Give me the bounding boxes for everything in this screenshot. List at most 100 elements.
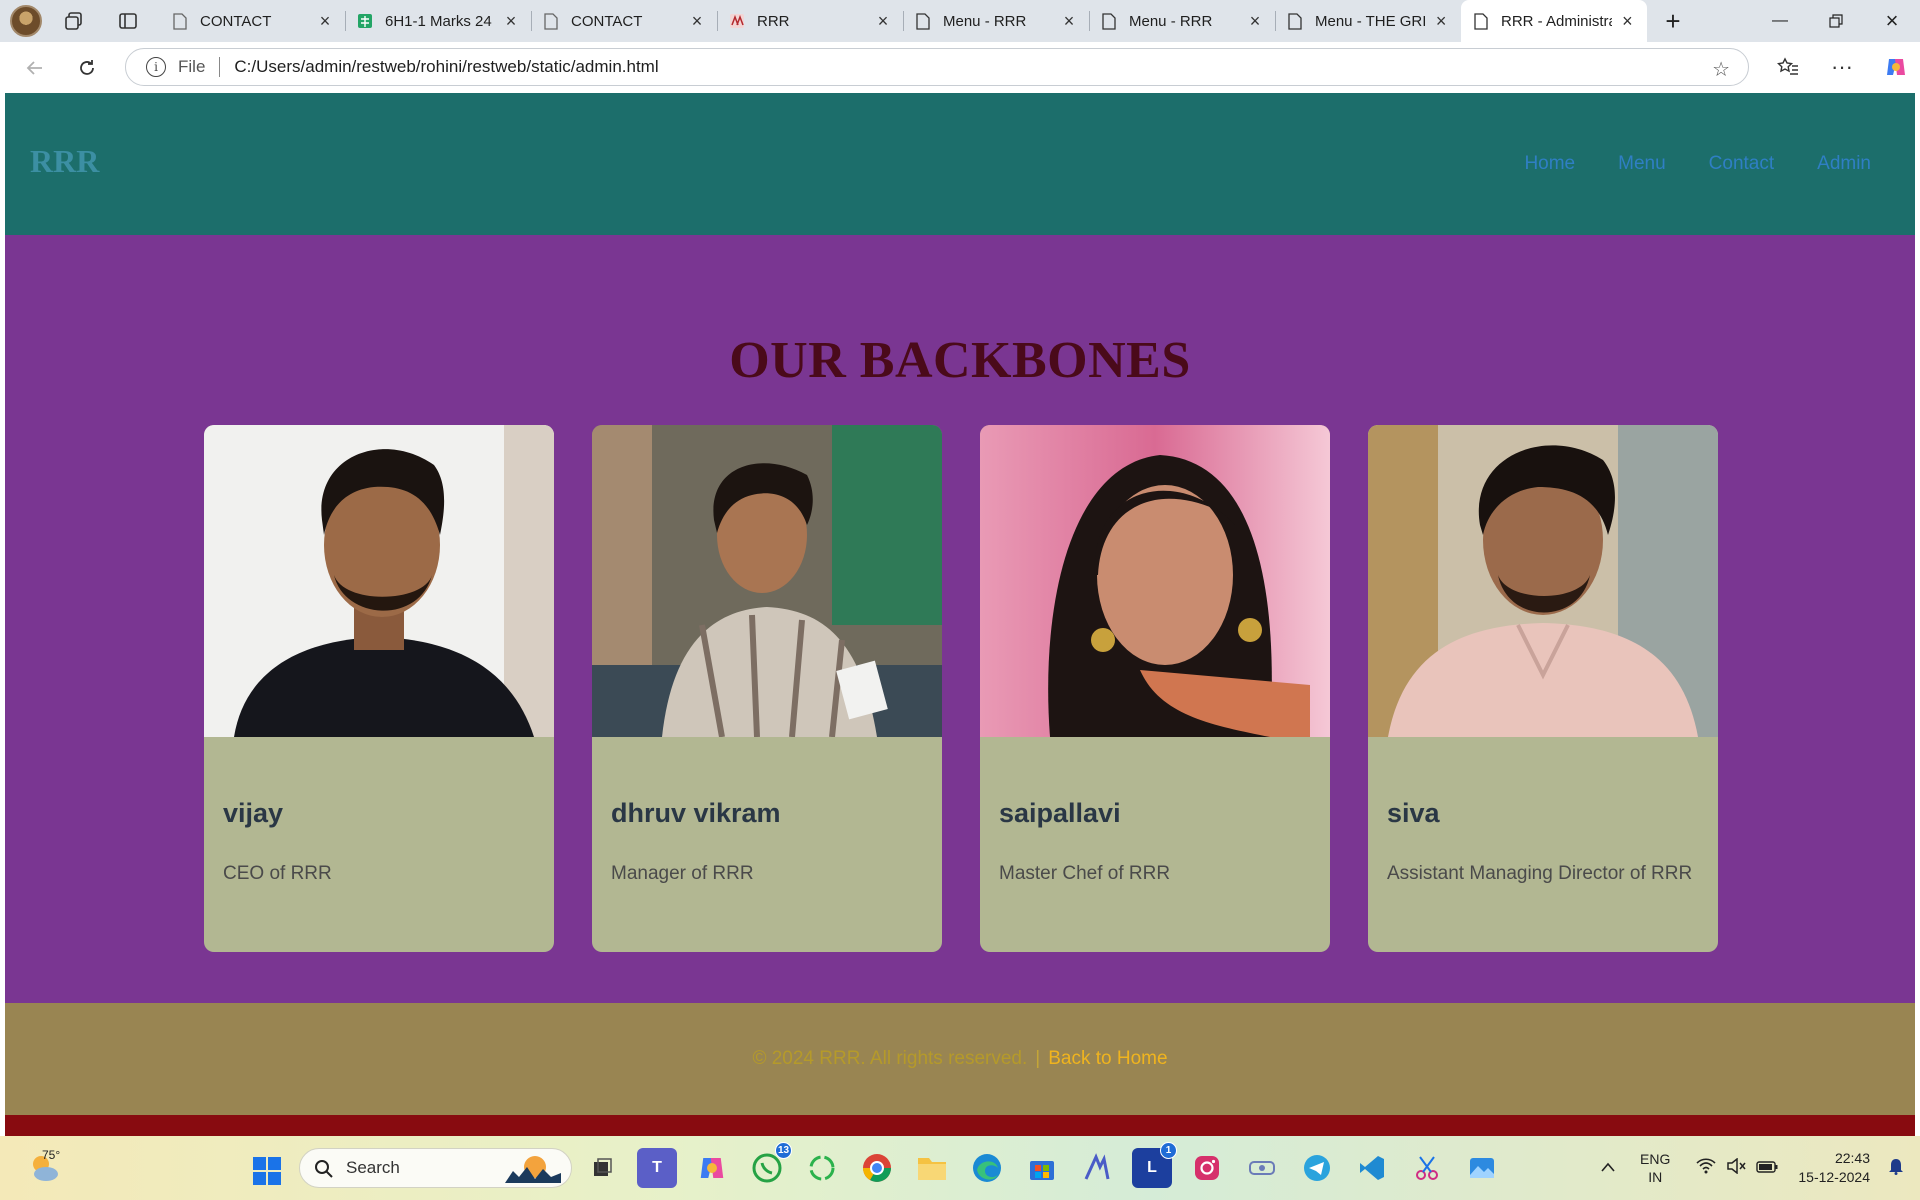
tab-label: CONTACT xyxy=(571,12,643,30)
file-explorer-icon[interactable] xyxy=(912,1148,952,1188)
copyright-text: © 2024 RRR. All rights reserved. xyxy=(752,1048,1028,1069)
nav-menu-link[interactable]: Menu xyxy=(1618,153,1666,175)
team-card: siva Assistant Managing Director of RRR xyxy=(1368,425,1718,952)
chrome-icon[interactable] xyxy=(857,1148,897,1188)
page-icon xyxy=(543,12,559,30)
close-tab-icon[interactable]: × xyxy=(1059,11,1079,31)
taskbar-apps: T 13 L1 xyxy=(582,1142,1517,1188)
sheets-icon xyxy=(357,12,373,30)
close-tab-icon[interactable]: × xyxy=(687,11,707,31)
close-window-icon[interactable]: × xyxy=(1864,0,1920,42)
taskbar-search[interactable]: Search xyxy=(299,1148,572,1188)
close-tab-icon[interactable]: × xyxy=(1431,11,1451,31)
notification-bell-icon[interactable] xyxy=(1888,1157,1904,1179)
team-photo xyxy=(592,425,942,737)
more-options-icon[interactable]: ··· xyxy=(1824,49,1860,85)
back-to-home-link[interactable]: Back to Home xyxy=(1048,1048,1167,1070)
browser-tab[interactable]: 6H1-1 Marks 24 × xyxy=(345,0,531,42)
edge-icon[interactable] xyxy=(967,1148,1007,1188)
vscode-icon[interactable] xyxy=(1352,1148,1392,1188)
favorite-star-icon[interactable]: ☆ xyxy=(1712,57,1730,82)
member-role: Assistant Managing Director of RRR xyxy=(1387,863,1693,884)
volume-muted-icon[interactable] xyxy=(1726,1157,1746,1178)
app-a-icon[interactable] xyxy=(1077,1148,1117,1188)
site-info-icon[interactable]: i xyxy=(146,57,166,77)
browser-tab[interactable]: RRR × xyxy=(717,0,903,42)
weather-temp: 75° xyxy=(42,1148,61,1162)
clock[interactable]: 22:43 15-12-2024 xyxy=(1798,1149,1870,1187)
teams-icon[interactable]: T xyxy=(637,1148,677,1188)
workspaces-icon[interactable] xyxy=(56,3,92,39)
site-logo[interactable]: RRR xyxy=(30,143,99,180)
toolbar-right: ··· xyxy=(1752,49,1920,85)
window-controls: — × xyxy=(1752,0,1920,42)
back-arrow-icon[interactable] xyxy=(17,50,53,86)
wifi-icon[interactable] xyxy=(1696,1158,1716,1178)
browser-tab-active[interactable]: RRR - Administra × xyxy=(1461,0,1647,42)
member-name: vijay xyxy=(223,798,284,828)
tray-overflow-icon[interactable] xyxy=(1600,1159,1616,1177)
language-indicator[interactable]: ENG IN xyxy=(1640,1150,1670,1186)
store-icon[interactable] xyxy=(1022,1148,1062,1188)
member-name: dhruv vikram xyxy=(611,798,781,828)
whatsapp-icon[interactable]: 13 xyxy=(747,1142,792,1188)
minimize-icon[interactable]: — xyxy=(1752,0,1808,42)
close-tab-icon[interactable]: × xyxy=(873,11,893,31)
close-tab-icon[interactable]: × xyxy=(1618,11,1637,31)
footer-band xyxy=(5,1115,1915,1136)
browser-toolbar: i File C:/Users/admin/restweb/rohini/res… xyxy=(0,42,1920,93)
address-bar[interactable]: i File C:/Users/admin/restweb/rohini/res… xyxy=(125,48,1749,86)
tab-label: 6H1-1 Marks 24 xyxy=(385,12,492,30)
copilot-app-icon[interactable] xyxy=(692,1148,732,1188)
member-name: saipallavi xyxy=(999,798,1121,828)
l-app-icon[interactable]: L1 xyxy=(1132,1142,1177,1188)
team-card: vijay CEO of RRR xyxy=(204,425,554,952)
browser-tab[interactable]: CONTACT × xyxy=(531,0,717,42)
web-page: RRR Home Menu Contact Admin OUR BACKBONE… xyxy=(5,93,1915,1136)
favorites-icon[interactable] xyxy=(1770,49,1806,85)
taskbar: 75° Search T 13 L1 ENG IN 22:43 15-12-20… xyxy=(0,1136,1920,1200)
sync-app-icon[interactable] xyxy=(802,1148,842,1188)
restore-icon[interactable] xyxy=(1808,0,1864,42)
tab-actions-icon[interactable] xyxy=(110,3,146,39)
tab-label: RRR xyxy=(757,12,790,30)
browser-tab[interactable]: Menu - RRR × xyxy=(903,0,1089,42)
instagram-icon[interactable] xyxy=(1187,1148,1227,1188)
l-app-badge: 1 xyxy=(1160,1142,1177,1159)
nav-contact-link[interactable]: Contact xyxy=(1709,153,1774,175)
clock-time: 22:43 xyxy=(1834,1150,1870,1166)
url-text[interactable]: C:/Users/admin/restweb/rohini/restweb/st… xyxy=(234,57,658,77)
snipping-tool-icon[interactable] xyxy=(1407,1148,1447,1188)
page-icon xyxy=(915,12,931,30)
nav-home-link[interactable]: Home xyxy=(1524,153,1575,175)
footer-separator: | xyxy=(1035,1048,1041,1069)
copilot-icon[interactable] xyxy=(1878,49,1914,85)
page-icon xyxy=(1287,12,1303,30)
photos-icon[interactable] xyxy=(1462,1148,1502,1188)
tab-label: Menu - RRR xyxy=(943,12,1027,30)
close-tab-icon[interactable]: × xyxy=(315,11,335,31)
task-view-icon[interactable] xyxy=(582,1148,622,1188)
site-footer: © 2024 RRR. All rights reserved. | Back … xyxy=(5,1003,1915,1115)
profile-avatar[interactable] xyxy=(10,5,42,37)
new-tab-button[interactable]: + xyxy=(1655,3,1691,39)
nav-admin-link[interactable]: Admin xyxy=(1817,153,1871,175)
member-name: siva xyxy=(1387,798,1440,828)
browser-tab[interactable]: Menu - THE GRI × xyxy=(1275,0,1461,42)
browser-tab[interactable]: CONTACT × xyxy=(160,0,345,42)
refresh-icon[interactable] xyxy=(69,50,105,86)
browser-tab[interactable]: Menu - RRR × xyxy=(1089,0,1275,42)
whatsapp-badge: 13 xyxy=(775,1142,792,1159)
battery-icon[interactable] xyxy=(1756,1159,1778,1177)
search-placeholder: Search xyxy=(346,1158,400,1177)
browser-tab-strip: CONTACT × 6H1-1 Marks 24 × CONTACT × RRR… xyxy=(0,0,1920,42)
close-tab-icon[interactable]: × xyxy=(501,11,521,31)
telegram-icon[interactable] xyxy=(1297,1148,1337,1188)
windows-start-icon[interactable] xyxy=(252,1156,282,1186)
close-tab-icon[interactable]: × xyxy=(1245,11,1265,31)
clock-date: 15-12-2024 xyxy=(1798,1169,1870,1185)
webcam-app-icon[interactable] xyxy=(1242,1148,1282,1188)
team-card: saipallavi Master Chef of RRR xyxy=(980,425,1330,952)
tab-label: RRR - Administra xyxy=(1501,12,1612,30)
member-role: CEO of RRR xyxy=(223,863,332,884)
